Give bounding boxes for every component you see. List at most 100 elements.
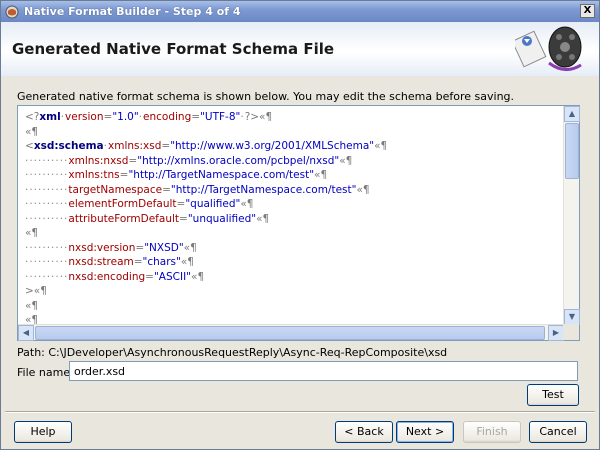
code-token: = bbox=[191, 111, 201, 123]
scroll-up-icon[interactable]: ▲ bbox=[564, 106, 580, 122]
code-token: ·········· bbox=[25, 169, 69, 181]
code-token: ·········· bbox=[25, 212, 69, 225]
code-line[interactable]: «¶ bbox=[25, 299, 564, 314]
code-token: «¶ bbox=[191, 270, 205, 283]
code-line[interactable]: <xsd:schema·xmlns:xsd="http://www.w3.org… bbox=[25, 139, 564, 154]
code-token: = bbox=[162, 183, 171, 196]
code-token: "http://xmlns.oracle.com/pcbpel/nxsd" bbox=[137, 154, 340, 167]
horizontal-scrollbar[interactable]: ◀ ▶ bbox=[18, 324, 564, 341]
code-line[interactable]: «¶ bbox=[25, 125, 564, 140]
code-token: «¶ bbox=[25, 227, 39, 239]
code-token: version bbox=[65, 111, 104, 123]
code-token: «¶ bbox=[25, 299, 39, 312]
code-token: targetNamespace bbox=[68, 183, 163, 196]
code-token: = bbox=[103, 111, 113, 123]
code-line[interactable]: «¶ bbox=[25, 226, 564, 241]
code-token: attributeFormDefault bbox=[68, 212, 180, 225]
code-token: encoding bbox=[143, 111, 192, 123]
code-token: ·········· bbox=[25, 241, 69, 254]
close-icon[interactable]: X bbox=[580, 4, 595, 18]
code-token: «¶ bbox=[180, 256, 194, 268]
scroll-down-icon[interactable]: ▼ bbox=[564, 309, 580, 325]
code-token: "unqualified" bbox=[187, 212, 257, 225]
code-token: nxsd:stream bbox=[68, 256, 134, 268]
scroll-left-icon[interactable]: ◀ bbox=[18, 325, 34, 341]
code-token: nxsd:encoding bbox=[68, 270, 146, 283]
code-token: ·········· bbox=[25, 198, 69, 210]
code-token: xsd:schema bbox=[33, 140, 104, 152]
app-icon bbox=[5, 5, 19, 18]
code-token: xml bbox=[39, 111, 61, 123]
code-token: «¶ bbox=[240, 198, 254, 210]
scroll-corner bbox=[563, 324, 579, 340]
next-button[interactable]: Next > bbox=[396, 421, 454, 443]
cancel-button[interactable]: Cancel bbox=[529, 421, 587, 443]
code-token: "NXSD" bbox=[144, 241, 184, 254]
title-bar: Native Format Builder - Step 4 of 4 X bbox=[1, 1, 599, 22]
test-button[interactable]: Test bbox=[527, 384, 579, 406]
code-line[interactable]: ··········attributeFormDefault="unqualif… bbox=[25, 212, 564, 227]
code-token: = bbox=[161, 140, 171, 152]
code-token: ·········· bbox=[25, 270, 69, 283]
code-token: «¶ bbox=[339, 154, 353, 167]
footer-divider bbox=[5, 411, 595, 413]
page-title: Generated Native Format Schema File bbox=[12, 40, 335, 58]
code-line[interactable]: >«¶ bbox=[25, 284, 564, 299]
code-line[interactable]: ··········nxsd:encoding="ASCII"«¶ bbox=[25, 270, 564, 285]
code-line[interactable]: ··········targetNamespace="http://Target… bbox=[25, 183, 564, 198]
path-text: Path: C:\JDeveloper\AsynchronousRequestR… bbox=[17, 346, 448, 359]
code-token: = bbox=[135, 241, 145, 254]
code-token: «¶ bbox=[256, 212, 270, 225]
code-token: nxsd:version bbox=[68, 241, 136, 254]
code-token: xmlns:xsd bbox=[108, 140, 162, 152]
code-line[interactable]: ··········nxsd:stream="chars"«¶ bbox=[25, 255, 564, 270]
code-line[interactable]: ··········nxsd:version="NXSD"«¶ bbox=[25, 241, 564, 256]
code-token: «¶ bbox=[183, 241, 197, 254]
code-token: xmlns:nxsd bbox=[68, 154, 129, 167]
code-line[interactable]: ··········xmlns:nxsd="http://xmlns.oracl… bbox=[25, 154, 564, 169]
code-token: "1.0" bbox=[112, 111, 139, 123]
code-token: «¶ bbox=[374, 140, 388, 152]
native-format-builder-dialog: Native Format Builder - Step 4 of 4 X Ge… bbox=[0, 0, 600, 450]
help-button[interactable]: Help bbox=[14, 421, 72, 443]
schema-code-area[interactable]: <?xml·version="1.0"·encoding="UTF-8"·?>«… bbox=[18, 106, 564, 325]
code-token: = bbox=[179, 212, 188, 225]
finish-button[interactable]: Finish bbox=[463, 421, 521, 443]
code-token: < bbox=[25, 140, 34, 152]
code-token: = bbox=[128, 154, 138, 167]
wizard-gear-reel-icon bbox=[515, 26, 582, 71]
code-token: «¶ bbox=[356, 183, 370, 196]
file-name-field[interactable] bbox=[69, 361, 578, 381]
code-token: xmlns:tns bbox=[68, 169, 120, 181]
code-token: ·········· bbox=[25, 183, 69, 196]
code-token: elementFormDefault bbox=[68, 198, 177, 210]
code-line[interactable]: ··········xmlns:tns="http://TargetNamesp… bbox=[25, 168, 564, 183]
code-token: «¶ bbox=[25, 125, 39, 138]
window-title: Native Format Builder - Step 4 of 4 bbox=[24, 5, 241, 18]
code-token: "http://www.w3.org/2001/XMLSchema" bbox=[170, 140, 375, 152]
file-name-label: File name: bbox=[17, 366, 74, 379]
schema-editor[interactable]: <?xml·version="1.0"·encoding="UTF-8"·?>«… bbox=[17, 105, 580, 341]
back-button[interactable]: < Back bbox=[335, 421, 393, 443]
code-token: = bbox=[176, 198, 186, 210]
code-token: "http://TargetNamespace.com/test" bbox=[128, 169, 315, 181]
code-token: «¶ bbox=[314, 169, 328, 181]
vertical-scroll-thumb[interactable] bbox=[565, 123, 579, 179]
horizontal-scroll-thumb[interactable] bbox=[35, 326, 545, 340]
code-token: "qualified" bbox=[185, 198, 241, 210]
vertical-scrollbar[interactable]: ▲ ▼ bbox=[563, 106, 580, 325]
code-token: "http://TargetNamespace.com/test" bbox=[170, 183, 357, 196]
code-line[interactable]: ··········elementFormDefault="qualified"… bbox=[25, 197, 564, 212]
wizard-header: Generated Native Format Schema File bbox=[1, 22, 599, 76]
code-token: = bbox=[133, 256, 143, 268]
code-token: = bbox=[145, 270, 154, 283]
instruction-text: Generated native format schema is shown … bbox=[17, 90, 515, 103]
code-token: <? bbox=[25, 111, 40, 123]
scroll-right-icon[interactable]: ▶ bbox=[548, 325, 564, 341]
code-token: "ASCII" bbox=[153, 270, 192, 283]
code-token: ?>«¶ bbox=[244, 111, 273, 123]
code-token: ·········· bbox=[25, 154, 69, 167]
code-line[interactable]: <?xml·version="1.0"·encoding="UTF-8"·?>«… bbox=[25, 110, 564, 125]
code-token: "UTF-8" bbox=[200, 111, 241, 123]
code-token: "chars" bbox=[142, 256, 181, 268]
